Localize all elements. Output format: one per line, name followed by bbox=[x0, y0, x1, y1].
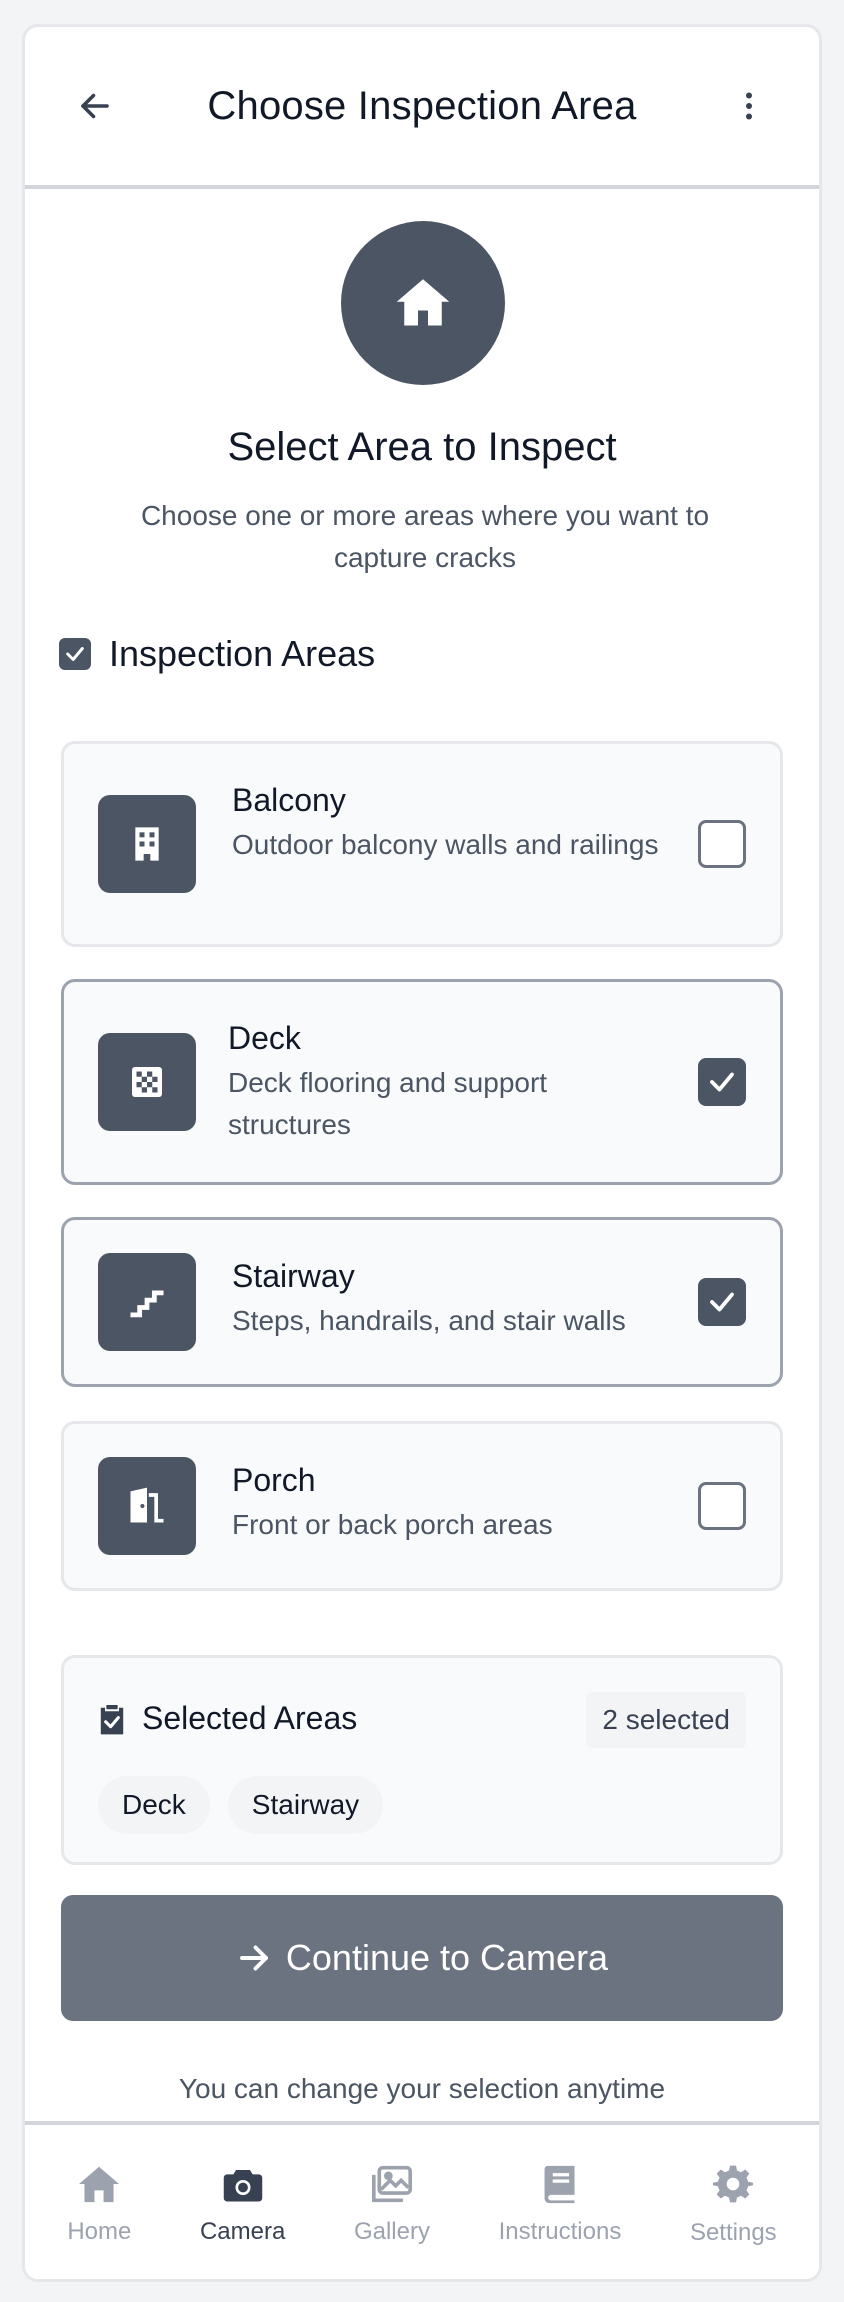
home-icon bbox=[396, 279, 450, 326]
selected-chip-stairway: Stairway bbox=[227, 1776, 384, 1834]
home-icon bbox=[79, 2166, 120, 2203]
selected-chips: Deck Stairway bbox=[98, 1776, 384, 1834]
check-square-icon bbox=[59, 638, 91, 670]
area-card-balcony[interactable]: Balcony Outdoor balcony walls and railin… bbox=[61, 741, 783, 947]
selected-areas-title: Selected Areas bbox=[142, 1700, 358, 1736]
nav-item-gallery[interactable]: Gallery bbox=[354, 2164, 430, 2246]
nav-item-instructions[interactable]: Instructions bbox=[498, 2164, 622, 2246]
area-description: Deck flooring and support structures bbox=[228, 1067, 548, 1140]
camera-icon bbox=[223, 2170, 262, 2202]
area-name: Stairway bbox=[232, 1258, 355, 1294]
door-open-icon bbox=[98, 1457, 196, 1555]
top-app-bar: Choose Inspection Area bbox=[25, 27, 819, 189]
selected-count-badge: 2 selected bbox=[586, 1692, 746, 1748]
selected-areas-panel: Selected Areas 2 selected Deck Stairway bbox=[61, 1655, 783, 1865]
area-card-text: Balcony Outdoor balcony walls and railin… bbox=[232, 780, 672, 866]
nav-label: Settings bbox=[689, 2219, 777, 2246]
back-button[interactable] bbox=[71, 82, 119, 130]
area-description: Outdoor balcony walls and railings bbox=[232, 829, 659, 860]
continue-button-label: Continue to Camera bbox=[285, 1937, 609, 1978]
gear-icon bbox=[713, 2165, 754, 2203]
stairs-icon bbox=[98, 1253, 196, 1351]
app-screen: Choose Inspection Area Select Area to In… bbox=[22, 24, 822, 2282]
arrow-left-icon bbox=[81, 93, 109, 119]
hero-title: Select Area to Inspect bbox=[227, 425, 617, 469]
clipboard-check-icon bbox=[100, 1704, 124, 1734]
more-options-button[interactable] bbox=[725, 82, 773, 130]
building-icon bbox=[98, 795, 196, 893]
continue-to-camera-button[interactable]: Continue to Camera bbox=[61, 1895, 783, 2021]
area-name: Balcony bbox=[232, 782, 346, 818]
book-icon bbox=[544, 2165, 575, 2204]
nav-label: Camera bbox=[199, 2218, 286, 2245]
selected-chip-deck: Deck bbox=[98, 1776, 210, 1834]
checkered-icon bbox=[98, 1033, 196, 1131]
check-icon bbox=[710, 1072, 734, 1092]
nav-label: Instructions bbox=[498, 2218, 622, 2245]
nav-item-camera[interactable]: Camera bbox=[200, 2164, 285, 2246]
images-icon bbox=[371, 2165, 412, 2203]
selected-areas-heading: Selected Areas bbox=[98, 1700, 357, 1737]
area-card-text: Stairway Steps, handrails, and stair wal… bbox=[232, 1256, 692, 1342]
area-name: Porch bbox=[232, 1462, 316, 1498]
area-name: Deck bbox=[228, 1020, 301, 1056]
hero-icon-circle bbox=[341, 221, 505, 385]
bottom-navigation: Home Camera Gallery Instructions Setting… bbox=[25, 2121, 819, 2279]
area-checkbox-deck[interactable] bbox=[698, 1058, 746, 1106]
area-card-text: Deck Deck flooring and support structure… bbox=[228, 1018, 668, 1146]
page-title: Choose Inspection Area bbox=[207, 83, 637, 128]
section-title: Inspection Areas bbox=[109, 633, 376, 674]
nav-label: Home bbox=[67, 2218, 132, 2245]
area-card-stairway[interactable]: Stairway Steps, handrails, and stair wal… bbox=[61, 1217, 783, 1387]
arrow-right-icon bbox=[239, 1945, 268, 1971]
more-vertical-icon bbox=[745, 92, 752, 120]
area-checkbox-porch[interactable] bbox=[698, 1482, 746, 1530]
nav-label: Gallery bbox=[353, 2218, 430, 2245]
area-card-deck[interactable]: Deck Deck flooring and support structure… bbox=[61, 979, 783, 1185]
nav-item-home[interactable]: Home bbox=[67, 2164, 131, 2246]
inspection-areas-heading: Inspection Areas bbox=[59, 633, 375, 675]
nav-item-settings[interactable]: Settings bbox=[690, 2163, 777, 2247]
area-description: Front or back porch areas bbox=[232, 1509, 553, 1540]
area-card-porch[interactable]: Porch Front or back porch areas bbox=[61, 1421, 783, 1591]
area-description: Steps, handrails, and stair walls bbox=[232, 1305, 626, 1336]
area-card-text: Porch Front or back porch areas bbox=[232, 1460, 672, 1546]
area-checkbox-stairway[interactable] bbox=[698, 1278, 746, 1326]
check-icon bbox=[710, 1292, 734, 1312]
selection-hint: You can change your selection anytime bbox=[178, 2073, 666, 2104]
hero-subtitle: Choose one or more areas where you want … bbox=[140, 500, 710, 573]
area-checkbox-balcony[interactable] bbox=[698, 820, 746, 868]
